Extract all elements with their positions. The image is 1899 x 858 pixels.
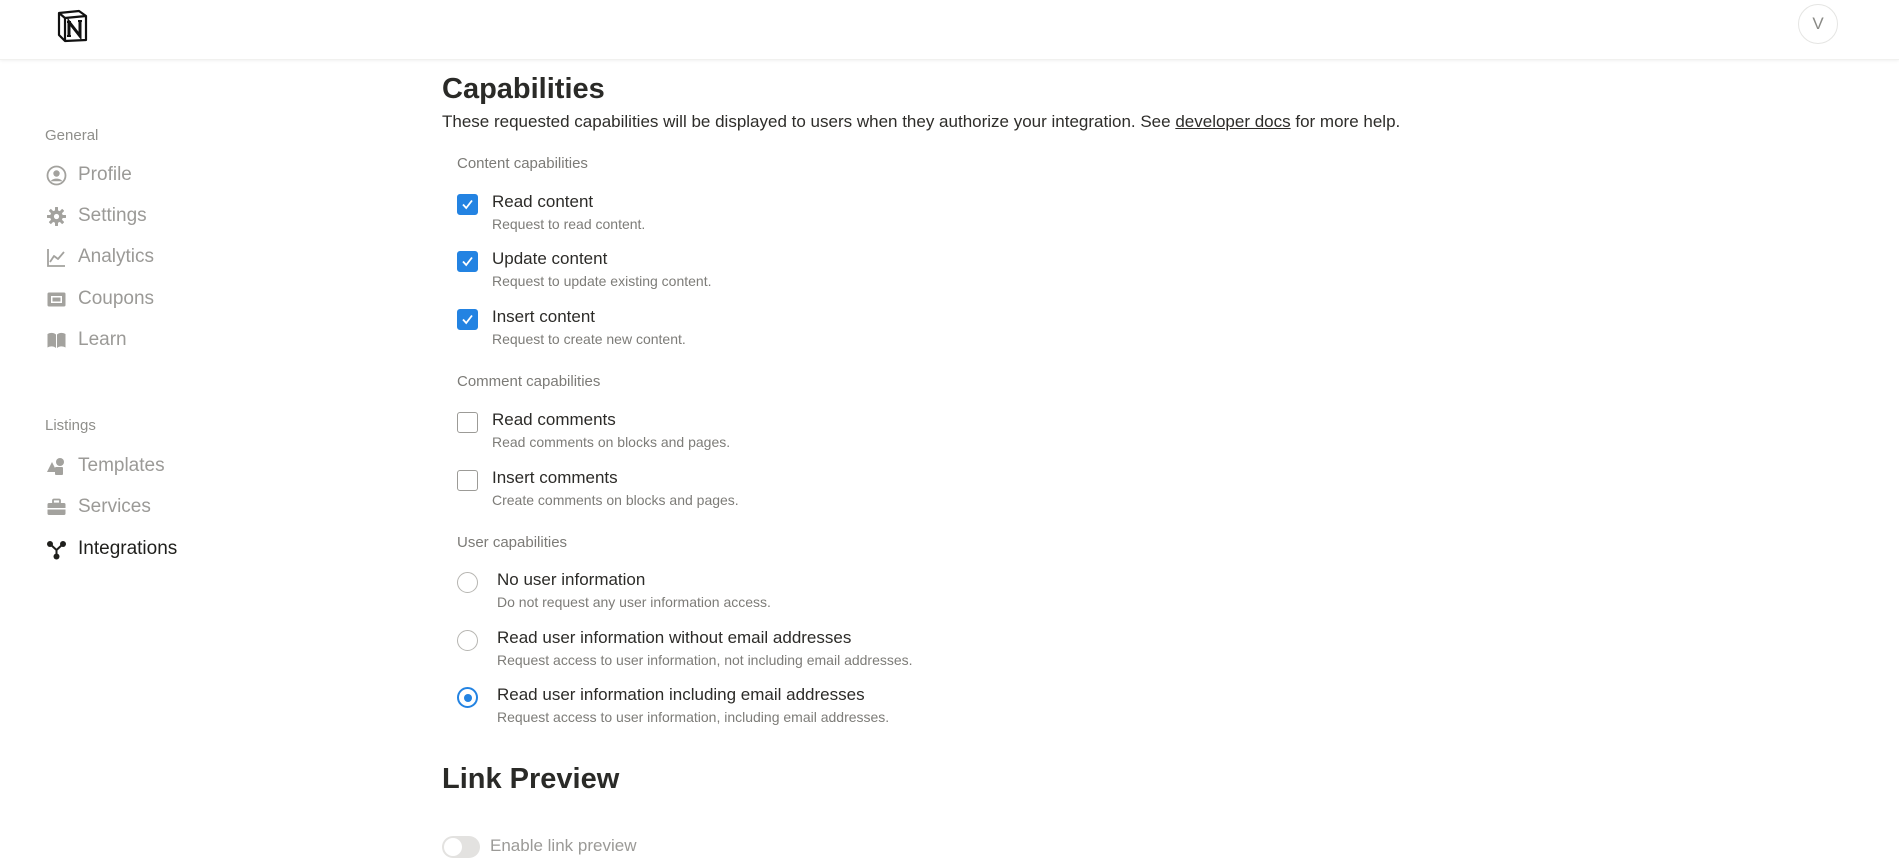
option-description: Request access to user information, incl… — [497, 709, 890, 725]
chart-icon — [45, 246, 67, 268]
sidebar-item-settings[interactable]: Settings — [45, 201, 147, 231]
sidebar-item-coupons[interactable]: Coupons — [45, 284, 154, 314]
sidebar-item-label: Learn — [78, 329, 127, 350]
option-description: Read comments on blocks and pages. — [492, 434, 731, 450]
user-info-with-email-radio[interactable] — [457, 687, 478, 708]
sidebar-item-label: Services — [78, 496, 151, 517]
top-bar: V — [0, 0, 1899, 60]
user-capabilities-label: User capabilities — [457, 534, 568, 551]
no-user-information-radio[interactable] — [457, 572, 478, 593]
option-description: Request access to user information, not … — [497, 652, 913, 668]
shapes-icon — [45, 455, 67, 477]
sidebar-item-profile[interactable]: Profile — [45, 160, 132, 190]
sidebar-item-integrations[interactable]: Integrations — [45, 534, 177, 564]
capabilities-intro: These requested capabilities will be dis… — [442, 112, 1400, 132]
intro-text-end: for more help. — [1290, 112, 1401, 131]
option-title: Insert comments — [492, 468, 618, 487]
option-description: Request to update existing content. — [492, 273, 712, 289]
integrations-icon — [45, 538, 67, 560]
option-title: Read comments — [492, 410, 616, 429]
intro-text: These requested capabilities will be dis… — [442, 112, 1176, 131]
option-title: Insert content — [492, 307, 596, 326]
sidebar-item-templates[interactable]: Templates — [45, 451, 165, 481]
sidebar-item-label: Analytics — [78, 246, 155, 267]
sidebar-section-general: General — [45, 127, 99, 144]
avatar-initial: V — [1812, 14, 1824, 33]
comment-capabilities-label: Comment capabilities — [457, 373, 601, 390]
option-title: Read content — [492, 192, 594, 211]
option-title: Read user information without email addr… — [497, 628, 852, 647]
toggle-knob — [444, 838, 462, 856]
content-capabilities-label: Content capabilities — [457, 155, 588, 172]
read-content-checkbox[interactable] — [457, 194, 478, 215]
option-title: Read user information including email ad… — [497, 685, 865, 704]
option-title: Update content — [492, 249, 608, 268]
option-description: Create comments on blocks and pages. — [492, 492, 739, 508]
option-description: Do not request any user information acce… — [497, 594, 771, 610]
sidebar-item-label: Integrations — [78, 538, 178, 559]
profile-icon — [45, 164, 67, 186]
notion-logo-icon[interactable] — [55, 8, 91, 44]
option-title: No user information — [497, 570, 646, 589]
sidebar-item-label: Profile — [78, 164, 132, 185]
ticket-icon — [45, 288, 67, 310]
sidebar-section-listings: Listings — [45, 417, 96, 434]
briefcase-icon — [45, 496, 67, 518]
option-description: Request to read content. — [492, 216, 646, 232]
link-preview-toggle[interactable] — [442, 836, 480, 858]
update-content-checkbox[interactable] — [457, 251, 478, 272]
sidebar-item-label: Coupons — [78, 288, 155, 309]
link-preview-toggle-label: Enable link preview — [490, 836, 637, 855]
sidebar-item-learn[interactable]: Learn — [45, 325, 127, 355]
developer-docs-link[interactable]: developer docs — [1175, 112, 1290, 131]
book-icon — [45, 329, 67, 351]
sidebar-item-services[interactable]: Services — [45, 492, 151, 522]
gear-icon — [45, 205, 67, 227]
user-info-without-email-radio[interactable] — [457, 630, 478, 651]
sidebar-item-analytics[interactable]: Analytics — [45, 242, 154, 272]
sidebar-item-label: Settings — [78, 205, 147, 226]
user-avatar[interactable]: V — [1798, 4, 1838, 44]
sidebar-item-label: Templates — [78, 455, 165, 476]
capabilities-title: Capabilities — [442, 73, 605, 105]
read-comments-checkbox[interactable] — [457, 412, 478, 433]
insert-content-checkbox[interactable] — [457, 309, 478, 330]
insert-comments-checkbox[interactable] — [457, 470, 478, 491]
link-preview-title: Link Preview — [442, 763, 620, 795]
option-description: Request to create new content. — [492, 331, 686, 347]
